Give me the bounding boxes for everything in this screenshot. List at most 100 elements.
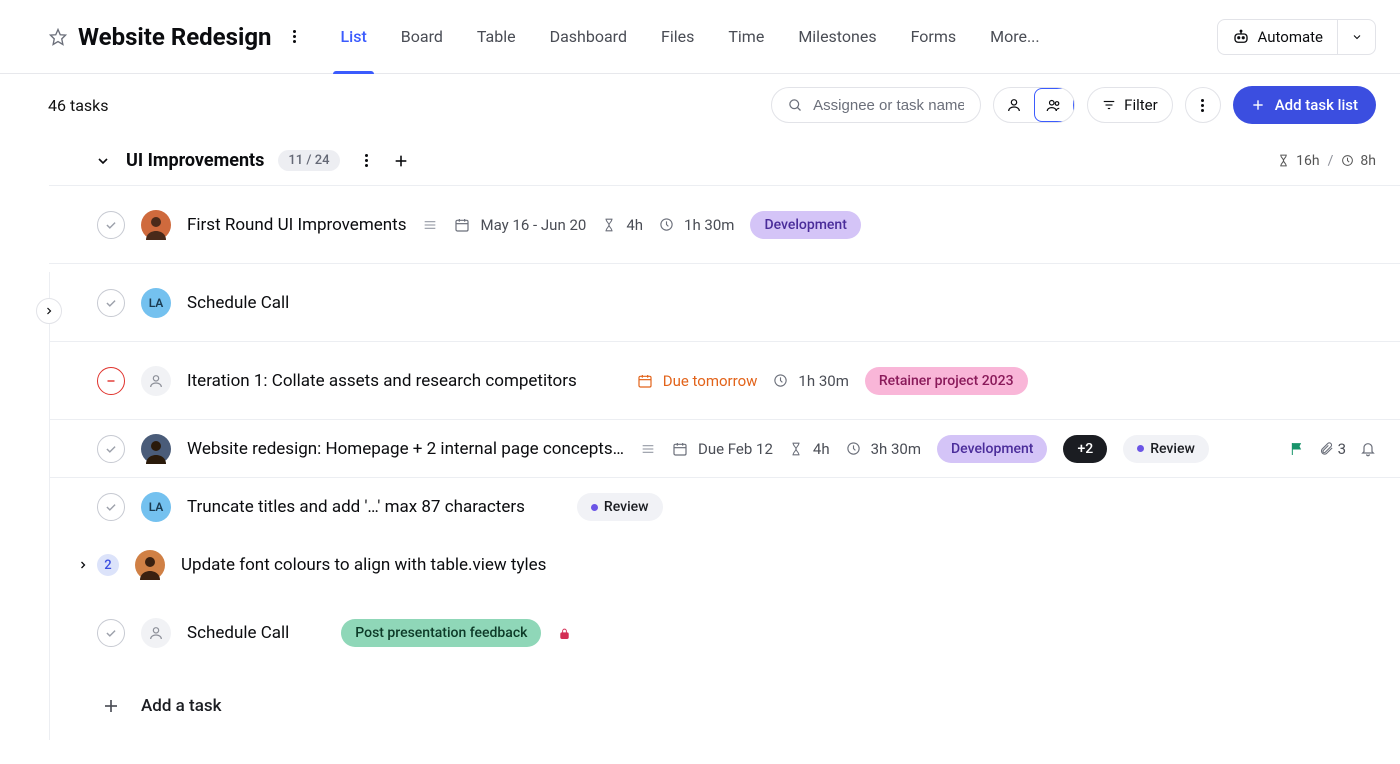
add-task-list-label: Add task list: [1275, 96, 1358, 114]
tag-development[interactable]: Development: [750, 211, 860, 239]
hourglass-text: 4h: [626, 216, 643, 234]
drag-handle-icon[interactable]: [422, 217, 438, 233]
tab-milestones[interactable]: Milestones: [781, 0, 893, 73]
group-count-pill: 11 / 24: [278, 150, 339, 171]
avatar[interactable]: LA: [141, 492, 171, 522]
task-date: Due Feb 12: [672, 440, 773, 458]
tab-table[interactable]: Table: [460, 0, 533, 73]
status-circle[interactable]: [97, 619, 125, 647]
search-input[interactable]: [813, 97, 964, 114]
task-row[interactable]: First Round UI Improvements May 16 - Jun…: [49, 186, 1400, 264]
task-count: 46 tasks: [48, 96, 109, 115]
clock-text: 1h 30m: [798, 372, 848, 390]
date-text: May 16 - Jun 20: [480, 216, 586, 234]
automate-button[interactable]: Automate: [1218, 20, 1337, 54]
task-row[interactable]: LA Schedule Call: [49, 264, 1400, 342]
avatar[interactable]: LA: [141, 288, 171, 318]
tab-more[interactable]: More...: [973, 0, 1057, 73]
group-menu-icon[interactable]: [358, 152, 376, 170]
collapse-panel-chevron-icon[interactable]: [36, 298, 62, 324]
hourglass-text: 4h: [813, 440, 830, 458]
filter-icon: [1102, 98, 1116, 112]
calendar-icon: [637, 373, 653, 389]
automate-label: Automate: [1258, 28, 1323, 46]
hourglass-icon: [602, 218, 616, 232]
tag-retainer[interactable]: Retainer project 2023: [865, 367, 1028, 395]
unassigned-avatar[interactable]: [141, 618, 171, 648]
tab-files[interactable]: Files: [644, 0, 711, 73]
plus-icon: [97, 692, 125, 720]
group-collapse-icon[interactable]: [94, 152, 112, 170]
status-circle[interactable]: [97, 493, 125, 521]
subtask-count-badge[interactable]: 2: [97, 554, 119, 576]
due-text: Due tomorrow: [663, 372, 758, 390]
subtask-expand-icon[interactable]: [75, 557, 91, 573]
bell-icon[interactable]: [1360, 441, 1376, 457]
tab-list[interactable]: List: [323, 0, 383, 73]
tab-time[interactable]: Time: [711, 0, 781, 73]
group-header: UI Improvements 11 / 24 16h / 8h: [0, 136, 1400, 185]
task-row[interactable]: LA Truncate titles and add '…' max 87 ch…: [49, 478, 1400, 536]
status-circle[interactable]: [97, 435, 125, 463]
tab-dashboard[interactable]: Dashboard: [533, 0, 644, 73]
unassigned-avatar[interactable]: [141, 366, 171, 396]
attach-count: 3: [1338, 440, 1346, 458]
tag-more-count[interactable]: +2: [1063, 435, 1107, 463]
add-task-row[interactable]: Add a task: [49, 672, 1400, 740]
flag-icon[interactable]: [1289, 441, 1305, 457]
tag-post-presentation[interactable]: Post presentation feedback: [341, 619, 541, 647]
calendar-icon: [454, 217, 470, 233]
hourglass-icon: [1277, 154, 1290, 167]
lock-icon: [557, 626, 572, 641]
task-rows: First Round UI Improvements May 16 - Jun…: [49, 185, 1400, 740]
date-text: Due Feb 12: [698, 440, 773, 458]
group-add-icon[interactable]: [392, 152, 410, 170]
project-menu-icon[interactable]: [285, 28, 303, 46]
tag-review-label: Review: [1150, 441, 1195, 457]
star-icon[interactable]: [48, 27, 68, 47]
clock-icon: [846, 441, 861, 456]
toolbar: 46 tasks Filter Add task list: [0, 74, 1400, 136]
task-row[interactable]: Schedule Call Post presentation feedback: [49, 594, 1400, 672]
filter-button[interactable]: Filter: [1087, 87, 1173, 123]
group-title: UI Improvements: [126, 150, 264, 171]
task-logged: 3h 30m: [846, 440, 921, 458]
task-name: First Round UI Improvements: [187, 215, 406, 235]
attachment-indicator[interactable]: 3: [1319, 440, 1346, 458]
add-task-list-button[interactable]: Add task list: [1233, 86, 1376, 124]
status-circle[interactable]: [97, 289, 125, 317]
tag-review[interactable]: Review: [1123, 435, 1209, 463]
tab-forms[interactable]: Forms: [894, 0, 974, 73]
group-hourglass-value: 16h: [1296, 153, 1319, 169]
tag-development[interactable]: Development: [937, 435, 1047, 463]
search-icon: [788, 98, 803, 113]
paperclip-icon: [1319, 441, 1334, 456]
avatar[interactable]: [135, 550, 165, 580]
tab-board[interactable]: Board: [384, 0, 460, 73]
task-estimate: 4h: [789, 440, 830, 458]
task-due: Due tomorrow: [637, 372, 758, 390]
status-circle-blocked[interactable]: [97, 367, 125, 395]
task-logged: 1h 30m: [773, 372, 848, 390]
project-title: Website Redesign: [78, 23, 271, 51]
search-box[interactable]: [771, 87, 981, 123]
toolbar-more-button[interactable]: [1185, 87, 1221, 123]
group-clock-value: 8h: [1360, 153, 1376, 169]
task-row[interactable]: 2 Update font colours to align with tabl…: [49, 536, 1400, 594]
person-view-toggle[interactable]: [994, 88, 1034, 122]
avatar[interactable]: [141, 434, 171, 464]
status-circle[interactable]: [97, 211, 125, 239]
avatar[interactable]: [141, 210, 171, 240]
task-name: Website redesign: Homepage + 2 internal …: [187, 439, 624, 459]
hourglass-icon: [789, 442, 803, 456]
tag-review[interactable]: Review: [577, 493, 663, 521]
task-row[interactable]: Iteration 1: Collate assets and research…: [49, 342, 1400, 420]
team-view-toggle[interactable]: [1034, 88, 1074, 122]
task-name: Truncate titles and add '…' max 87 chara…: [187, 497, 525, 517]
tag-review-label: Review: [604, 499, 649, 515]
task-row[interactable]: Website redesign: Homepage + 2 internal …: [49, 420, 1400, 478]
drag-handle-icon[interactable]: [640, 441, 656, 457]
clock-icon: [659, 217, 674, 232]
automate-dropdown[interactable]: [1337, 20, 1375, 54]
plus-icon: [1251, 98, 1265, 112]
